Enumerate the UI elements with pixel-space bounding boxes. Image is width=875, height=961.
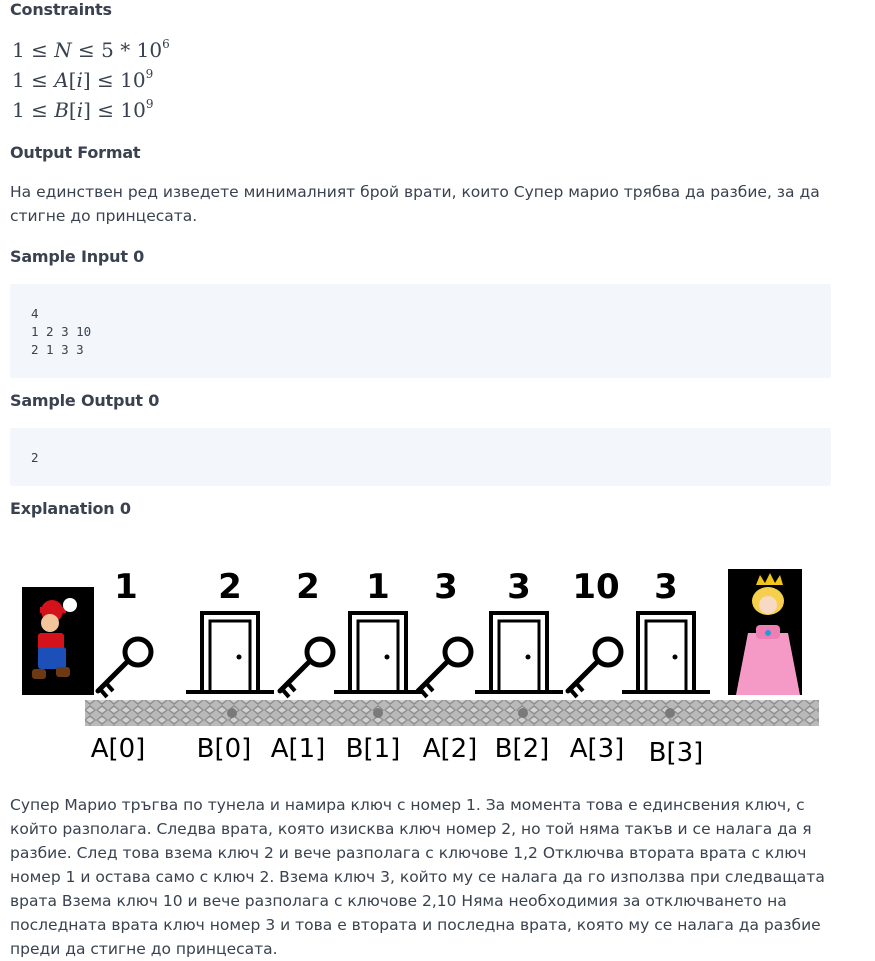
constraint-a: 1 ≤ A[i] ≤ 109 (12, 67, 153, 92)
math-rhs: ≤ 5 * 10 (71, 38, 163, 62)
illustration-label: A[1] (271, 734, 326, 764)
door-icon (334, 611, 422, 694)
illustration-label: B[1] (346, 734, 401, 764)
illustration-number: 3 (507, 567, 531, 607)
key-icon (565, 636, 624, 699)
illustration-label: A[2] (423, 734, 478, 764)
illustration-number: 3 (434, 567, 458, 607)
math-exp: 6 (162, 37, 170, 51)
output-format-heading: Output Format (10, 143, 141, 162)
sample-input-box[interactable]: 4 1 2 3 10 2 1 3 3 (10, 284, 831, 378)
door-icon (622, 611, 710, 694)
math-var: N (54, 38, 72, 62)
math-lhs: 1 ≤ (12, 68, 55, 92)
key-icon (415, 636, 474, 699)
output-format-text: На единствен ред изведете минималният бр… (10, 183, 820, 225)
sample-input-line: 4 (31, 306, 39, 321)
illustration-label: A[3] (570, 734, 625, 764)
math-bracket: [ (68, 98, 77, 122)
math-exp: 9 (145, 97, 154, 111)
illustration-label: B[3] (649, 738, 704, 768)
key-icon (277, 636, 336, 699)
illustration-number: 10 (572, 567, 619, 607)
explanation-text: Супер Марио тръгва по тунела и намира кл… (10, 796, 825, 958)
sample-output-heading: Sample Output 0 (10, 391, 160, 410)
constraints-heading: Constraints (10, 0, 112, 19)
sample-input-heading: Sample Input 0 (10, 247, 145, 266)
explanation-heading: Explanation 0 (10, 499, 131, 518)
key-icon (95, 636, 154, 699)
peach-icon (728, 569, 802, 695)
sample-output-line: 2 (31, 450, 39, 465)
illustration-label: A[0] (91, 734, 146, 764)
constraint-b: 1 ≤ B[i] ≤ 109 (12, 97, 154, 122)
constraint-n: 1 ≤ N ≤ 5 * 106 (12, 37, 170, 62)
explanation-illustration: 1 A[0] 2 B[0] 2 A[1] 1 B[1] 3 A[2] 3 B[2] 10 A[3] 3 B[3… (22, 567, 819, 768)
math-var: B (54, 98, 69, 122)
illustration-number: 1 (114, 567, 138, 607)
math-rhs: ≤ 10 (90, 68, 146, 92)
illustration-number: 2 (218, 567, 242, 607)
sample-input-line: 1 2 3 10 (31, 324, 92, 339)
illustration-number: 3 (654, 567, 678, 607)
mario-icon (22, 587, 94, 695)
illustration-number: 2 (296, 567, 320, 607)
door-icon (186, 611, 274, 694)
sample-input-line: 2 1 3 3 (31, 342, 84, 357)
door-icon (475, 611, 563, 694)
math-exp: 9 (145, 67, 154, 81)
illustration-label: B[0] (197, 734, 252, 764)
math-var: A (54, 68, 69, 92)
math-lhs: 1 ≤ (12, 98, 55, 122)
math-bracket: ] (82, 68, 91, 92)
sample-output-box[interactable]: 2 (10, 428, 831, 486)
tunnel-floor (85, 700, 819, 726)
illustration-label: B[2] (495, 734, 550, 764)
math-lhs: 1 ≤ (12, 38, 55, 62)
illustration-number: 1 (366, 567, 390, 607)
math-bracket: ] (83, 98, 91, 122)
math-rhs: ≤ 10 (90, 98, 146, 122)
